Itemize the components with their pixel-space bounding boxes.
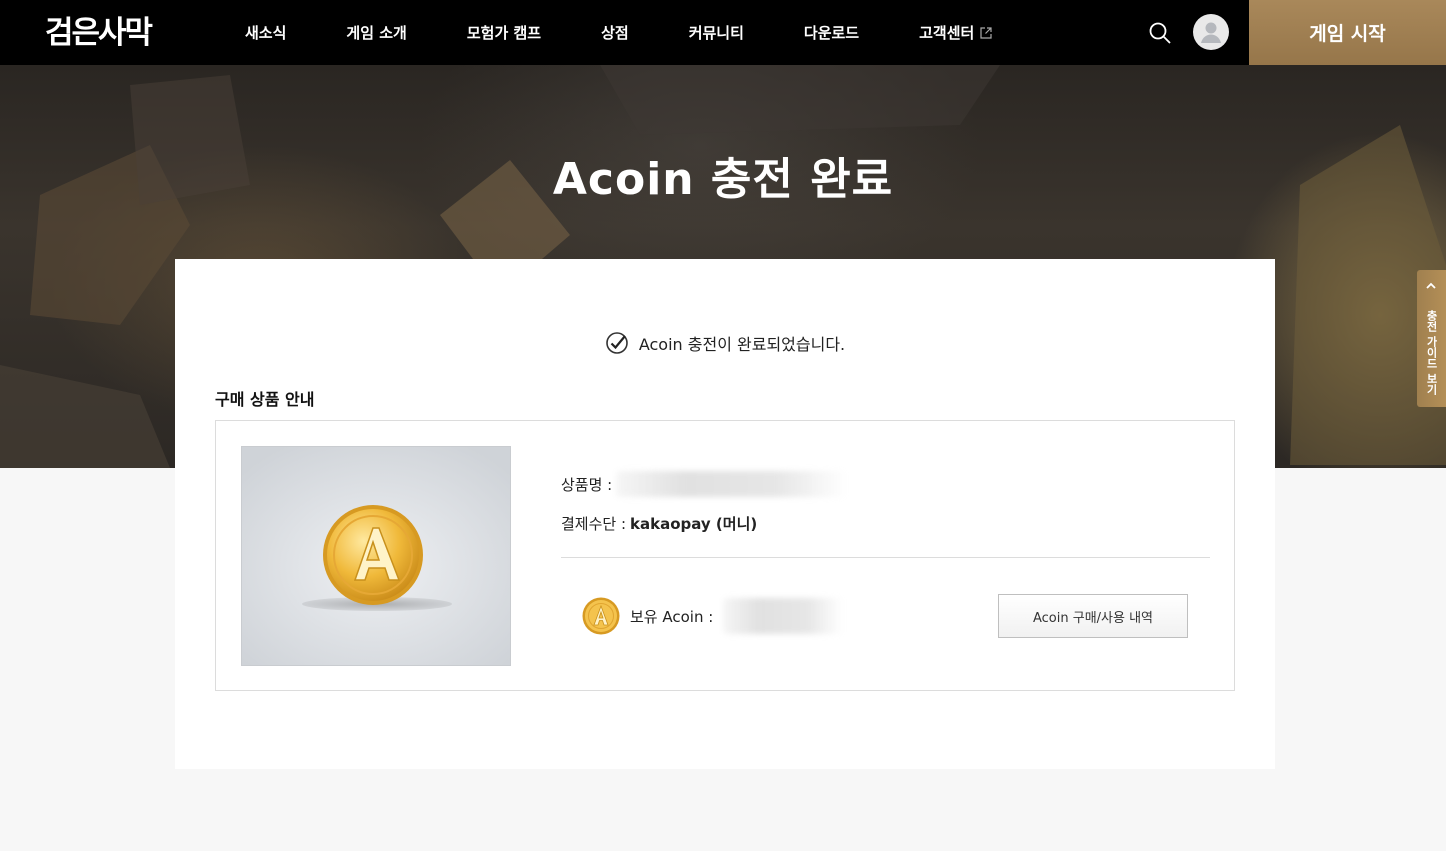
nav-label: 다운로드 [803, 24, 860, 42]
nav-label: 새소식 [245, 24, 287, 42]
product-name-row: 상품명 : [561, 471, 847, 497]
nav-label: 상점 [601, 24, 629, 42]
page-title: Acoin 충전 완료 [552, 154, 894, 205]
product-image [241, 446, 511, 666]
check-circle-icon [606, 332, 628, 354]
holding-label: 보유 Acoin : [630, 607, 714, 626]
nav-item-download[interactable]: 다운로드 [804, 22, 859, 43]
nav-item-news[interactable]: 새소식 [245, 22, 286, 43]
nav-label: 모험가 캠프 [466, 24, 542, 42]
acoin-small-icon [582, 597, 620, 635]
payment-method-row: 결제수단 : kakaopay (머니) [561, 513, 757, 534]
external-link-icon [980, 26, 992, 39]
nav-item-game-intro[interactable]: 게임 소개 [346, 22, 406, 43]
top-header: 검은사막 새소식 게임 소개 모험가 캠프 상점 커뮤니티 다운로드 고객센터 … [0, 0, 1446, 65]
section-title: 구매 상품 안내 [215, 390, 315, 409]
holding-acoin-row: 보유 Acoin : [582, 597, 844, 635]
person-icon [1201, 22, 1221, 43]
payment-label: 결제수단 : [561, 515, 627, 533]
main-nav: 새소식 게임 소개 모험가 캠프 상점 커뮤니티 다운로드 고객센터 [245, 0, 1052, 65]
payment-value: kakaopay (머니) [630, 515, 758, 533]
nav-label: 고객센터 [919, 24, 975, 42]
guide-tab-label: 충전 가이드 보기 [1425, 309, 1438, 395]
game-start-button[interactable]: 게임 시작 [1249, 0, 1446, 65]
nav-label: 게임 소개 [346, 24, 407, 42]
search-icon[interactable] [1148, 21, 1172, 45]
product-info-box: 상품명 : 결제수단 : kakaopay (머니) 보유 Acoin : Ac… [215, 420, 1235, 691]
product-name-redacted [616, 471, 847, 497]
acoin-large-icon [323, 505, 423, 605]
site-logo[interactable]: 검은사막 [45, 13, 153, 53]
charge-guide-tab[interactable]: 충전 가이드 보기 [1417, 270, 1446, 407]
nav-item-shop[interactable]: 상점 [601, 22, 629, 43]
nav-item-adventurer-camp[interactable]: 모험가 캠프 [467, 22, 541, 43]
holding-value-redacted [723, 598, 844, 634]
completion-message: Acoin 충전이 완료되었습니다. [175, 331, 1275, 355]
completion-text: Acoin 충전이 완료되었습니다. [638, 335, 846, 354]
nav-label: 커뮤니티 [688, 24, 744, 42]
product-name-label: 상품명 : [561, 475, 613, 494]
result-card: Acoin 충전이 완료되었습니다. 구매 상품 안내 상품명: 결제수단:… [175, 259, 1275, 769]
nav-item-community[interactable]: 커뮤니티 [689, 22, 744, 43]
acoin-history-button[interactable]: Acoin 구매/사용 내역 [998, 594, 1188, 638]
nav-item-support[interactable]: 고객센터 [919, 22, 992, 43]
chevron-up-icon [1426, 282, 1436, 289]
user-avatar-icon[interactable] [1193, 14, 1229, 50]
divider [561, 557, 1210, 558]
